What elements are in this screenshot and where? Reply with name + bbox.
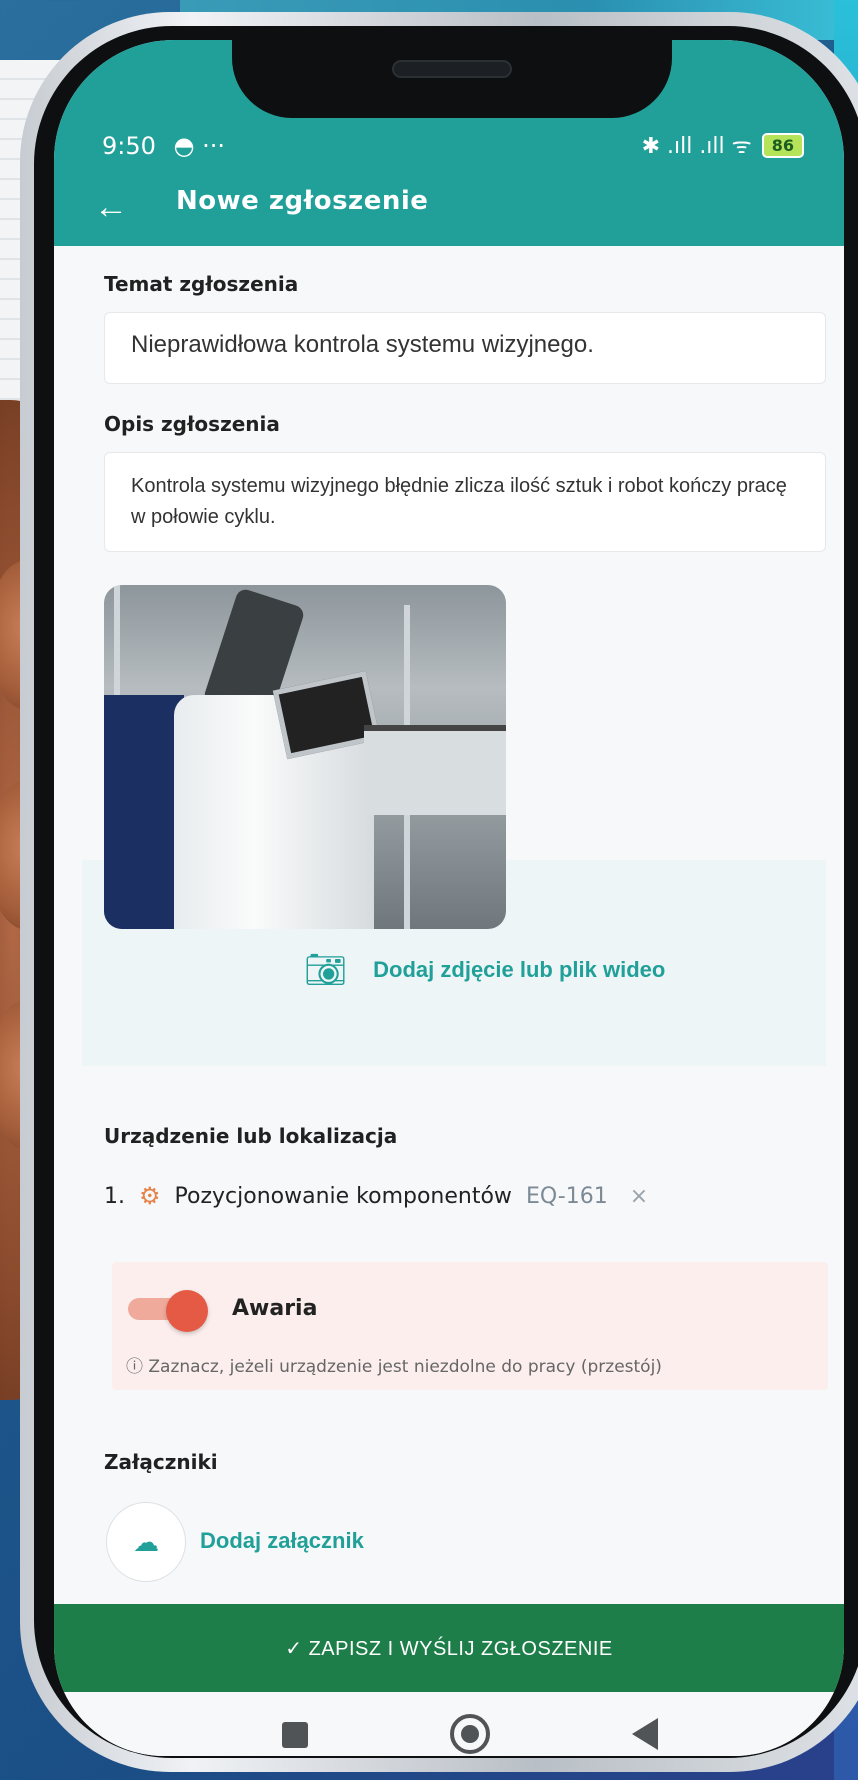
- phone-notch: [232, 40, 672, 118]
- subject-label: Temat zgłoszenia: [104, 272, 299, 296]
- home-icon-dot: [461, 1725, 479, 1743]
- device-list-item: 1. ⚙ Pozycjonowanie komponentów EQ-161 ×: [104, 1182, 648, 1210]
- add-attachment-link[interactable]: Dodaj załącznik: [200, 1528, 364, 1554]
- toggle-knob: [166, 1290, 208, 1332]
- status-icons-left: ◓ ···: [173, 132, 226, 160]
- battery-icon: 86: [761, 132, 804, 158]
- submit-button[interactable]: ✓ ZAPISZ I WYŚLIJ ZGŁOSZENIE: [54, 1604, 844, 1692]
- gear-icon: ⚙: [139, 1182, 161, 1210]
- home-icon[interactable]: [450, 1714, 490, 1754]
- system-nav-bar: [54, 1692, 844, 1756]
- add-media-label: Dodaj zdjęcie lub plik wideo: [373, 957, 666, 982]
- device-label: Urządzenie lub lokalizacja: [104, 1124, 398, 1148]
- status-time: 9:50: [102, 132, 156, 160]
- recent-apps-icon[interactable]: [282, 1722, 308, 1748]
- subject-field[interactable]: Nieprawidłowa kontrola systemu wizyjnego…: [104, 312, 826, 384]
- attachments-label: Załączniki: [104, 1450, 218, 1474]
- add-media-button[interactable]: 📷︎ Dodaj zdjęcie lub plik wideo: [304, 950, 665, 990]
- photo-conveyor: [364, 725, 506, 815]
- remove-device-icon[interactable]: ×: [630, 1184, 648, 1209]
- phone-screen: 9:50 ◓ ··· ✱ .ıll .ıll ᯤ 86 ← Nowe zgłos…: [54, 40, 844, 1756]
- cloud-upload-icon: ☁︎: [133, 1526, 159, 1557]
- device-index: 1.: [104, 1183, 125, 1209]
- back-triangle-icon[interactable]: [632, 1718, 658, 1750]
- failure-toggle[interactable]: [128, 1290, 208, 1332]
- device-code: EQ-161: [525, 1183, 608, 1209]
- attached-photo-thumbnail[interactable]: [104, 585, 506, 929]
- status-bar-right: ✱ .ıll .ıll ᯤ 86: [642, 130, 804, 160]
- upload-button[interactable]: ☁︎: [106, 1502, 186, 1582]
- status-bar-left: 9:50 ◓ ···: [102, 132, 225, 160]
- speaker-grille: [392, 60, 512, 78]
- description-field[interactable]: Kontrola systemu wizyjnego błędnie zlicz…: [104, 452, 826, 552]
- back-arrow-icon[interactable]: ←: [94, 188, 128, 227]
- camera-icon: 📷︎: [304, 951, 348, 989]
- photo-crate: [104, 695, 184, 929]
- page-title: Nowe zgłoszenie: [176, 186, 429, 216]
- failure-hint: ⓘ Zaznacz, jeżeli urządzenie jest niezdo…: [126, 1357, 662, 1377]
- description-label: Opis zgłoszenia: [104, 412, 280, 436]
- failure-label: Awaria: [232, 1296, 318, 1321]
- signal-icons: ✱ .ıll .ıll ᯤ: [641, 134, 752, 159]
- device-name: Pozycjonowanie komponentów: [174, 1183, 512, 1209]
